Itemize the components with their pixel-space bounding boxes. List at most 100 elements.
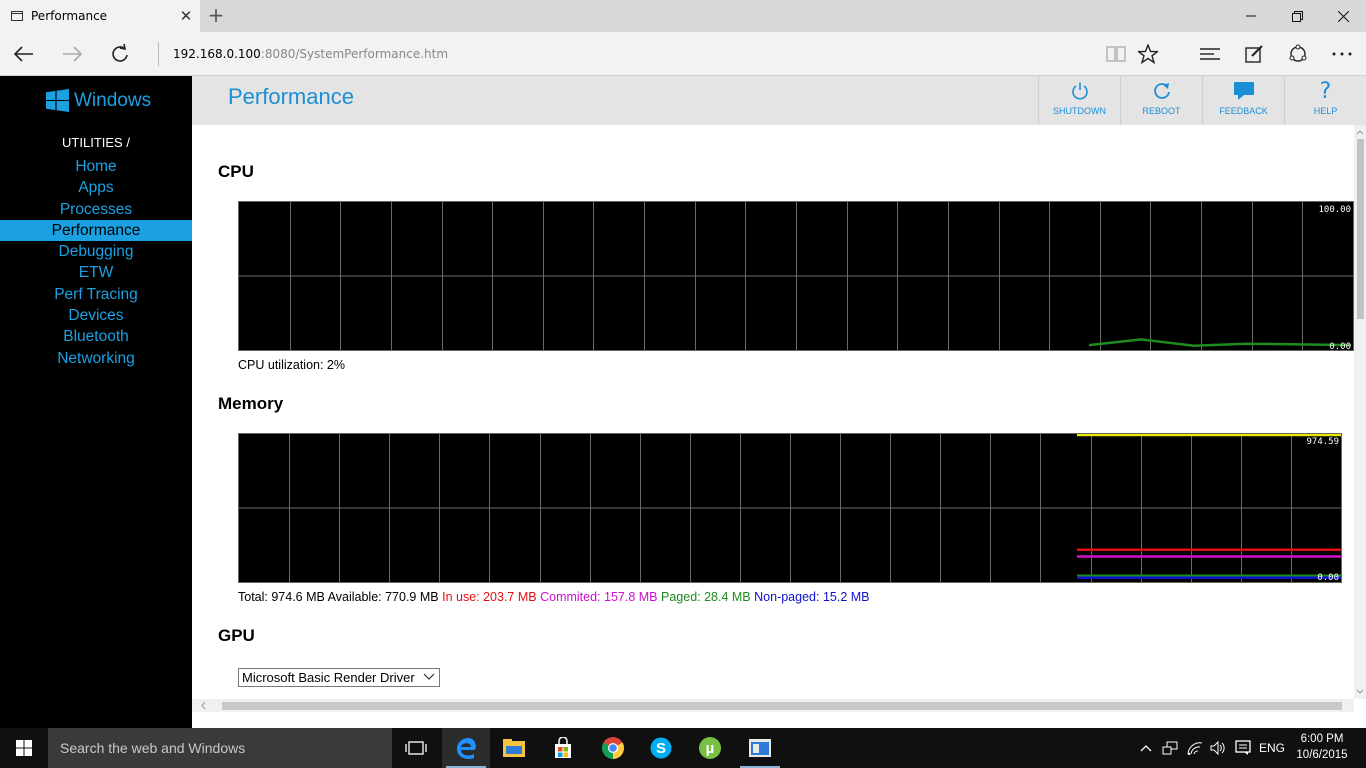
power-icon — [1071, 82, 1088, 100]
taskbar-file-explorer[interactable] — [490, 728, 538, 768]
svg-text:µ: µ — [706, 740, 715, 757]
memory-paged: Paged: 28.4 MB — [661, 590, 751, 604]
favorites-button[interactable] — [1126, 32, 1170, 76]
utilities-heading: UTILITIES / — [62, 135, 130, 150]
volume-tray-button[interactable] — [1207, 728, 1229, 768]
clock-date: 10/6/2015 — [1296, 749, 1348, 761]
sidebar-nav: Home Apps Processes Performance Debuggin… — [0, 156, 192, 369]
scroll-up-icon[interactable] — [1354, 127, 1366, 137]
sidebar: Windows UTILITIES / Home Apps Processes … — [0, 76, 192, 728]
cpu-graph: 100.00 0.00 — [238, 201, 1354, 351]
restore-button[interactable] — [1274, 0, 1320, 32]
horizontal-scroll-thumb[interactable] — [222, 702, 1342, 710]
memory-in-use: In use: 203.7 MB — [442, 590, 537, 604]
vertical-scrollbar[interactable] — [1354, 125, 1366, 699]
hub-icon — [1200, 48, 1220, 60]
sidebar-item-perf-tracing[interactable]: Perf Tracing — [0, 284, 192, 305]
task-view-icon — [405, 741, 427, 755]
taskbar-chrome[interactable] — [589, 728, 637, 768]
more-button[interactable] — [1320, 32, 1364, 76]
start-button[interactable] — [0, 728, 48, 768]
forward-button[interactable] — [48, 32, 96, 76]
new-tab-button[interactable]: + — [204, 4, 228, 28]
page-title: Performance — [228, 84, 354, 109]
task-view-button[interactable] — [392, 728, 440, 768]
back-button[interactable] — [0, 32, 48, 76]
taskbar-app-window[interactable] — [736, 728, 784, 768]
web-note-button[interactable] — [1232, 32, 1276, 76]
horizontal-scrollbar[interactable] — [192, 699, 1354, 712]
close-tab-icon[interactable]: ✕ — [174, 7, 198, 25]
memory-stats: Total: 974.6 MB Available: 770.9 MB In u… — [238, 590, 870, 604]
memory-max-label: 974.59 — [1306, 437, 1339, 447]
shutdown-label: SHUTDOWN — [1053, 106, 1106, 116]
sidebar-item-devices[interactable]: Devices — [0, 305, 192, 326]
page-header: Performance SHUTDOWN REBOOT FEEDBACK ? H… — [192, 76, 1366, 125]
sidebar-item-home[interactable]: Home — [0, 156, 192, 177]
shutdown-button[interactable]: SHUTDOWN — [1038, 76, 1120, 125]
cpu-min-label: 0.00 — [1329, 342, 1351, 350]
sidebar-item-etw[interactable]: ETW — [0, 262, 192, 283]
speech-bubble-icon — [1233, 82, 1254, 100]
folder-icon — [503, 739, 525, 757]
edge-icon — [457, 738, 476, 759]
chevron-up-icon — [1140, 745, 1152, 752]
share-button[interactable] — [1276, 32, 1320, 76]
forward-arrow-icon — [63, 46, 82, 62]
taskbar-edge[interactable] — [442, 728, 490, 768]
reboot-button[interactable]: REBOOT — [1120, 76, 1202, 125]
taskbar-search-box[interactable]: Search the web and Windows — [48, 728, 392, 768]
store-icon — [555, 737, 571, 758]
feedback-button[interactable]: FEEDBACK — [1202, 76, 1284, 125]
browser-tab[interactable]: Performance ✕ — [0, 0, 200, 32]
wifi-tray-button[interactable] — [1184, 728, 1206, 768]
taskbar-clock[interactable]: 6:00 PM 10/6/2015 — [1290, 731, 1354, 763]
hub-button[interactable] — [1188, 32, 1232, 76]
scroll-left-icon[interactable] — [198, 699, 208, 712]
speaker-icon — [1210, 741, 1225, 755]
skype-icon: S — [650, 737, 672, 759]
cpu-series-line — [1088, 338, 1352, 348]
logo-text: Windows — [74, 89, 152, 111]
browser-navigation-bar: 192.168.0.100:8080/SystemPerformance.htm — [0, 32, 1366, 76]
sidebar-item-processes[interactable]: Processes — [0, 199, 192, 220]
taskbar: Search the web and Windows S µ ENG 6:00 … — [0, 728, 1366, 768]
gpu-adapter-select[interactable]: Microsoft Basic Render Driver — [238, 668, 440, 687]
pen-edit-icon — [1245, 45, 1263, 63]
close-window-button[interactable] — [1320, 0, 1366, 32]
memory-grid — [239, 434, 1341, 582]
sidebar-item-performance[interactable]: Performance — [0, 219, 192, 242]
star-icon — [1138, 44, 1158, 64]
help-button[interactable]: ? HELP — [1284, 76, 1366, 125]
action-center-button[interactable] — [1231, 728, 1255, 768]
url-host: 192.168.0.100 — [173, 47, 261, 61]
taskbar-skype[interactable]: S — [637, 728, 685, 768]
vertical-scroll-thumb[interactable] — [1357, 139, 1364, 319]
wifi-icon — [1187, 742, 1203, 755]
sidebar-item-networking[interactable]: Networking — [0, 348, 192, 369]
input-language-button[interactable]: ENG — [1256, 728, 1288, 768]
sidebar-item-apps[interactable]: Apps — [0, 177, 192, 198]
show-hidden-icons-button[interactable] — [1136, 728, 1156, 768]
help-label: HELP — [1313, 106, 1338, 116]
address-bar[interactable]: 192.168.0.100:8080/SystemPerformance.htm — [158, 42, 1098, 66]
minimize-button[interactable] — [1228, 0, 1274, 32]
utorrent-icon: µ — [699, 737, 721, 759]
refresh-icon — [1153, 83, 1170, 99]
scroll-down-icon[interactable] — [1354, 687, 1366, 697]
taskbar-store[interactable] — [539, 728, 587, 768]
app-window-icon — [749, 739, 771, 757]
network-tray-button[interactable] — [1159, 728, 1181, 768]
bottom-strip — [192, 712, 1366, 728]
svg-text:S: S — [656, 740, 666, 757]
memory-graph: 974.59 0.00 — [238, 433, 1342, 583]
gpu-section-title: GPU — [218, 626, 255, 645]
sidebar-item-debugging[interactable]: Debugging — [0, 241, 192, 262]
close-icon — [1337, 10, 1349, 22]
refresh-button[interactable] — [96, 32, 144, 76]
cpu-max-label: 100.00 — [1318, 205, 1351, 215]
sidebar-item-bluetooth[interactable]: Bluetooth — [0, 326, 192, 347]
memory-non-paged: Non-paged: 15.2 MB — [754, 590, 870, 604]
windows-start-icon — [16, 740, 32, 756]
taskbar-utorrent[interactable]: µ — [686, 728, 734, 768]
